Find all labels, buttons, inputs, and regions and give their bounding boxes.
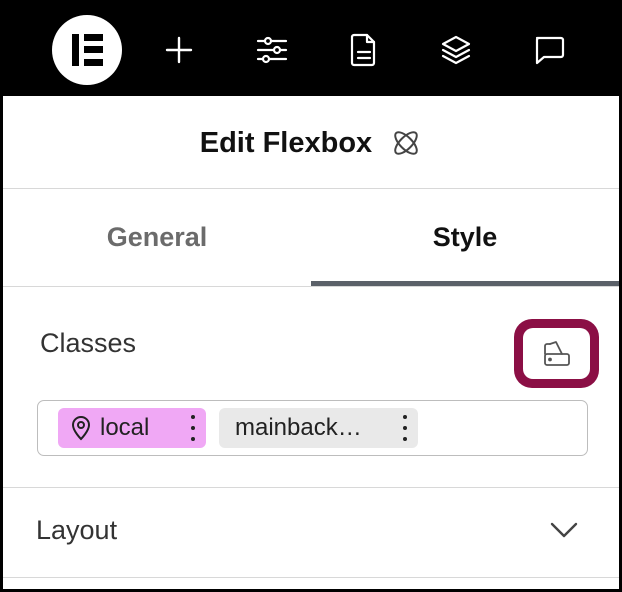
comment-icon[interactable]	[526, 27, 572, 73]
divider	[3, 487, 619, 488]
layers-icon[interactable]	[433, 27, 479, 73]
document-icon[interactable]	[341, 27, 387, 73]
class-chip-local[interactable]: local	[58, 408, 206, 448]
class-manager-button[interactable]	[523, 328, 590, 379]
more-vertical-icon[interactable]	[190, 415, 196, 441]
location-pin-icon	[70, 415, 92, 441]
title-text: Edit Flexbox	[199, 126, 373, 159]
active-tab-indicator	[311, 281, 619, 286]
tab-style[interactable]: Style	[311, 189, 619, 286]
chip-label: local	[100, 414, 150, 441]
top-toolbar	[3, 3, 619, 96]
class-chip-mainback[interactable]: mainback…	[219, 408, 418, 448]
chip-label: mainback…	[235, 414, 362, 441]
section-layout-label[interactable]: Layout	[36, 515, 117, 546]
divider	[3, 577, 619, 578]
plus-icon[interactable]	[156, 27, 202, 73]
sliders-icon[interactable]	[249, 27, 295, 73]
more-vertical-icon[interactable]	[402, 415, 408, 441]
page-title: Edit Flexbox	[3, 126, 619, 160]
classes-label: Classes	[40, 328, 137, 358]
chevron-down-icon[interactable]	[549, 521, 579, 539]
panel-tabs: General Style	[3, 189, 619, 287]
tab-general[interactable]: General	[3, 189, 311, 286]
atom-icon	[394, 131, 419, 156]
editor-panel: Edit Flexbox General Style Classes local…	[0, 0, 622, 592]
classes-input[interactable]: local mainback…	[37, 400, 588, 456]
class-manager-icon	[543, 340, 570, 366]
class-manager-highlight	[514, 319, 599, 388]
elementor-logo-icon[interactable]	[52, 15, 122, 85]
panel-header: Edit Flexbox	[3, 96, 619, 189]
